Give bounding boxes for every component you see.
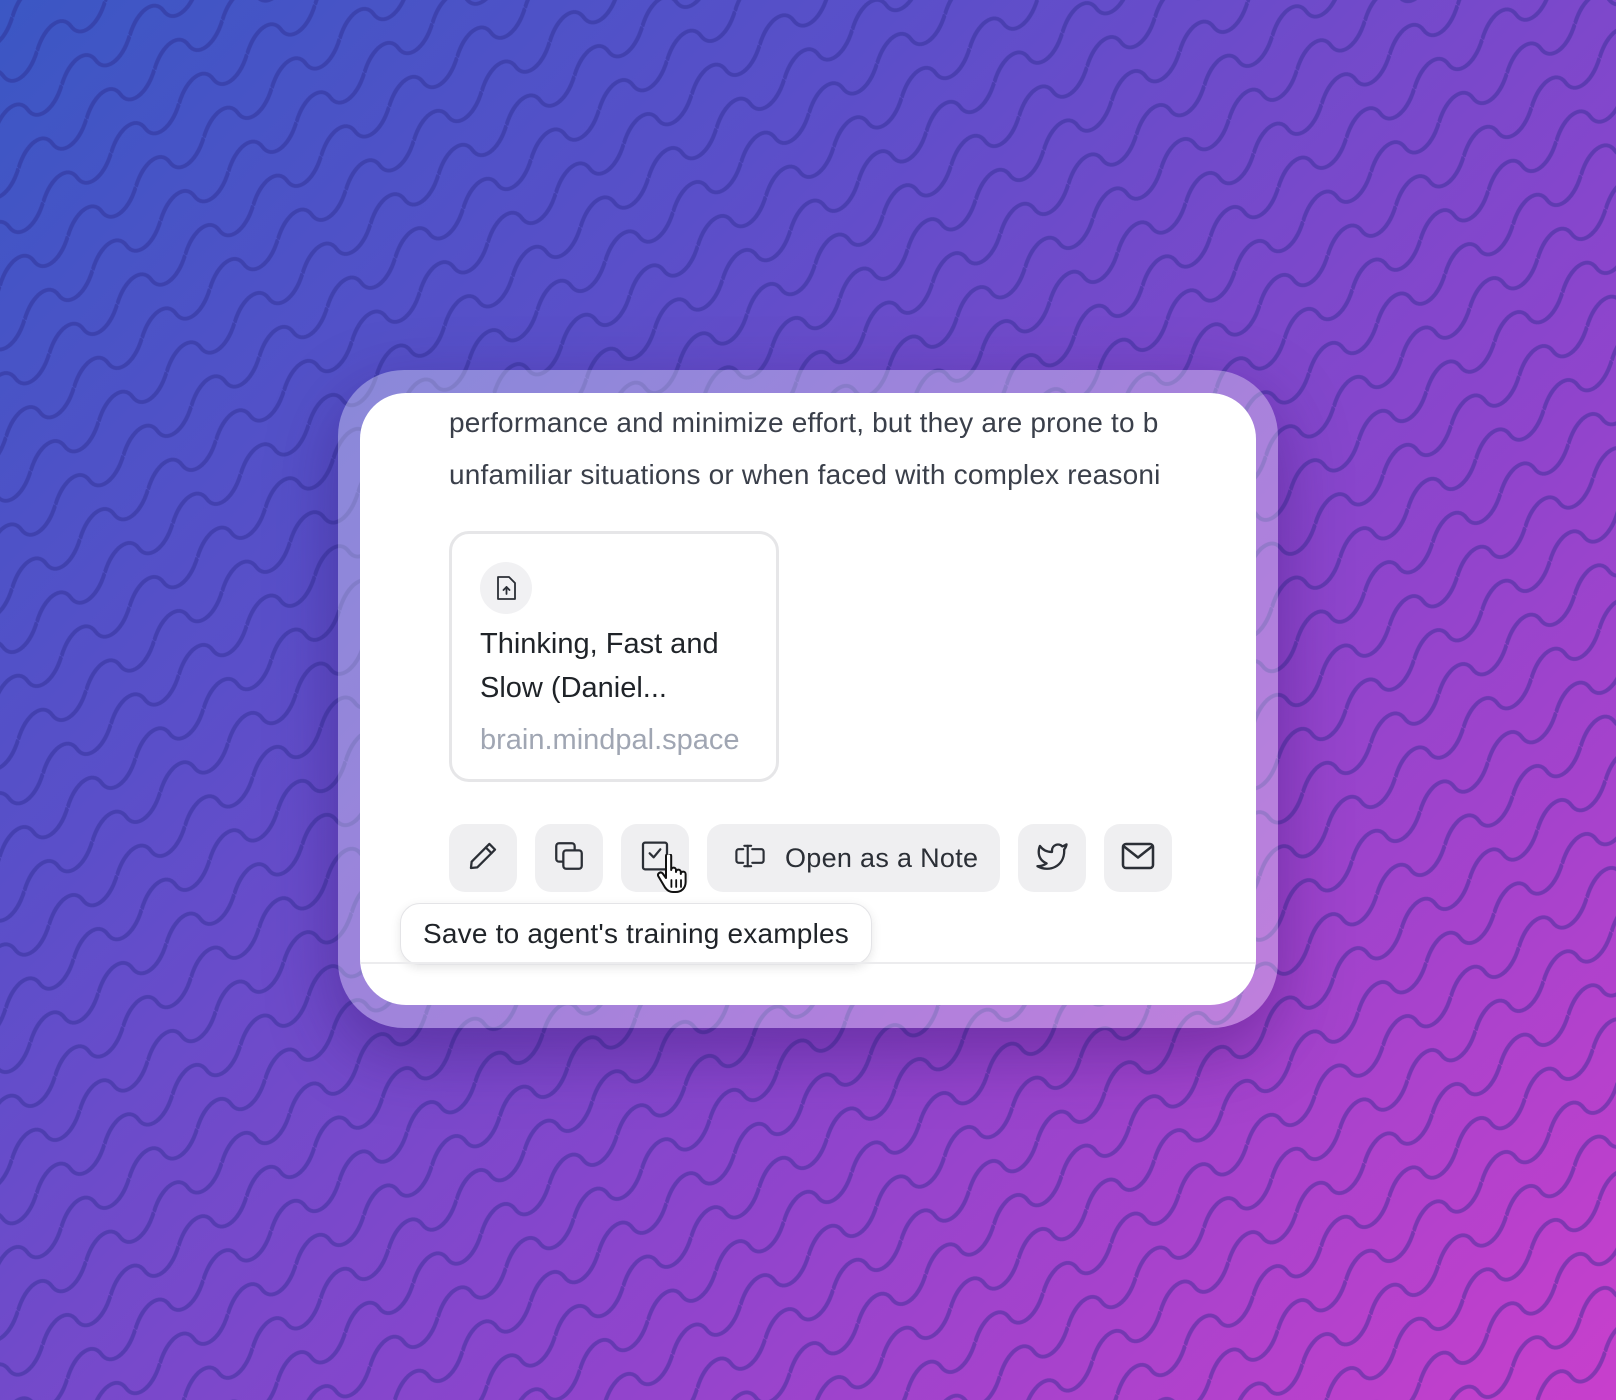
source-card[interactable]: Thinking, Fast and Slow (Daniel... brain… <box>449 531 779 782</box>
file-upload-icon <box>480 562 532 614</box>
message-text: performance and minimize effort, but the… <box>449 393 1256 501</box>
pencil-icon <box>466 839 500 878</box>
edit-button[interactable] <box>449 824 517 892</box>
glass-frame: performance and minimize effort, but the… <box>338 370 1278 1028</box>
chat-message-card: performance and minimize effort, but the… <box>360 393 1256 1005</box>
divider <box>360 962 1256 964</box>
share-twitter-button[interactable] <box>1018 824 1086 892</box>
source-title: Thinking, Fast and Slow (Daniel... <box>480 628 719 704</box>
save-training-example-button[interactable] <box>621 824 689 892</box>
share-email-button[interactable] <box>1104 824 1172 892</box>
message-line: unfamiliar situations or when faced with… <box>449 459 1161 490</box>
checklist-icon <box>640 840 670 877</box>
save-training-tooltip: Save to agent's training examples <box>400 903 872 965</box>
source-domain: brain.mindpal.space <box>480 724 740 756</box>
text-cursor-box-icon <box>733 842 767 875</box>
twitter-icon <box>1034 840 1070 877</box>
open-as-note-label: Open as a Note <box>785 842 979 873</box>
mail-icon <box>1120 841 1156 876</box>
copy-button[interactable] <box>535 824 603 892</box>
message-line: performance and minimize effort, but the… <box>449 407 1159 438</box>
copy-icon <box>552 839 586 878</box>
open-as-note-button[interactable]: Open as a Note <box>707 824 1000 892</box>
